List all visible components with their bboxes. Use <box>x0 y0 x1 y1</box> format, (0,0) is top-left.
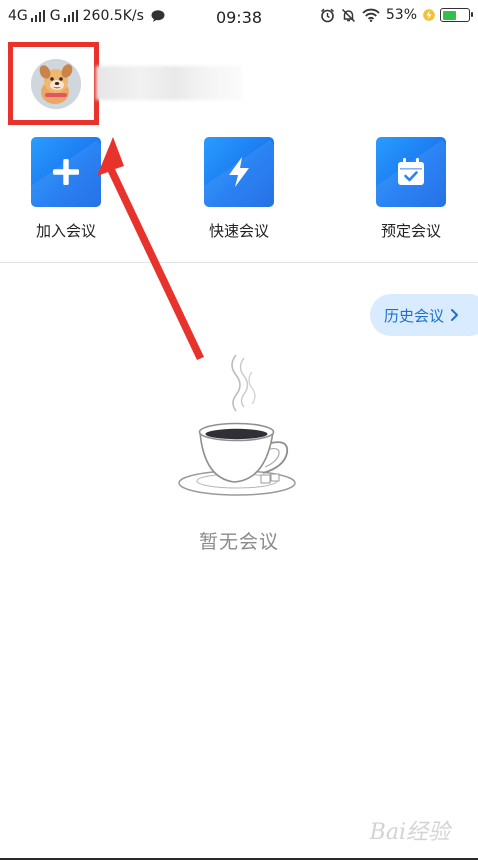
signal-icon <box>30 10 47 22</box>
quick-meeting-label: 快速会议 <box>208 222 269 240</box>
avatar[interactable] <box>31 59 81 109</box>
wifi-icon <box>362 8 380 22</box>
battery-icon <box>440 8 473 22</box>
empty-state-text: 暂无会议 <box>198 531 279 553</box>
network-speed: 260.5K/s <box>82 8 144 24</box>
status-left: 4G G 260.5K/s <box>8 8 165 24</box>
schedule-meeting-tile[interactable] <box>376 137 446 207</box>
schedule-meeting-label: 预定会议 <box>380 222 441 240</box>
join-meeting-tile[interactable] <box>31 137 101 207</box>
signal-icon-2 <box>63 10 80 22</box>
username-blurred <box>96 66 242 100</box>
charging-icon <box>423 9 435 21</box>
cartoon-dog-avatar-icon <box>31 59 81 109</box>
watermark: Bai经验 <box>369 820 450 845</box>
chevron-right-icon <box>451 309 459 321</box>
network-label-g: G <box>49 8 61 24</box>
calendar-check-icon <box>398 158 424 185</box>
join-meeting-label: 加入会议 <box>35 222 96 240</box>
mute-bell-icon <box>341 8 355 22</box>
alarm-clock-icon <box>320 8 334 22</box>
quick-meeting-button[interactable]: 快速会议 <box>194 137 284 241</box>
status-right: 53% <box>314 7 473 23</box>
schedule-meeting-button[interactable]: 预定会议 <box>366 137 456 241</box>
network-label-4g: 4G <box>8 8 28 24</box>
battery-percent: 53% <box>385 7 417 23</box>
lightning-icon <box>229 157 249 187</box>
chat-bubble-icon <box>151 10 165 22</box>
history-meetings-button[interactable]: 历史会议 <box>370 294 478 336</box>
section-divider <box>0 262 478 263</box>
history-meetings-label: 历史会议 <box>384 306 445 325</box>
plus-icon <box>53 159 79 185</box>
coffee-cup-icon <box>178 354 296 496</box>
status-bar: 4G G 260.5K/s 09:38 53% <box>0 0 478 34</box>
quick-meeting-tile[interactable] <box>204 137 274 207</box>
join-meeting-button[interactable]: 加入会议 <box>21 137 111 241</box>
